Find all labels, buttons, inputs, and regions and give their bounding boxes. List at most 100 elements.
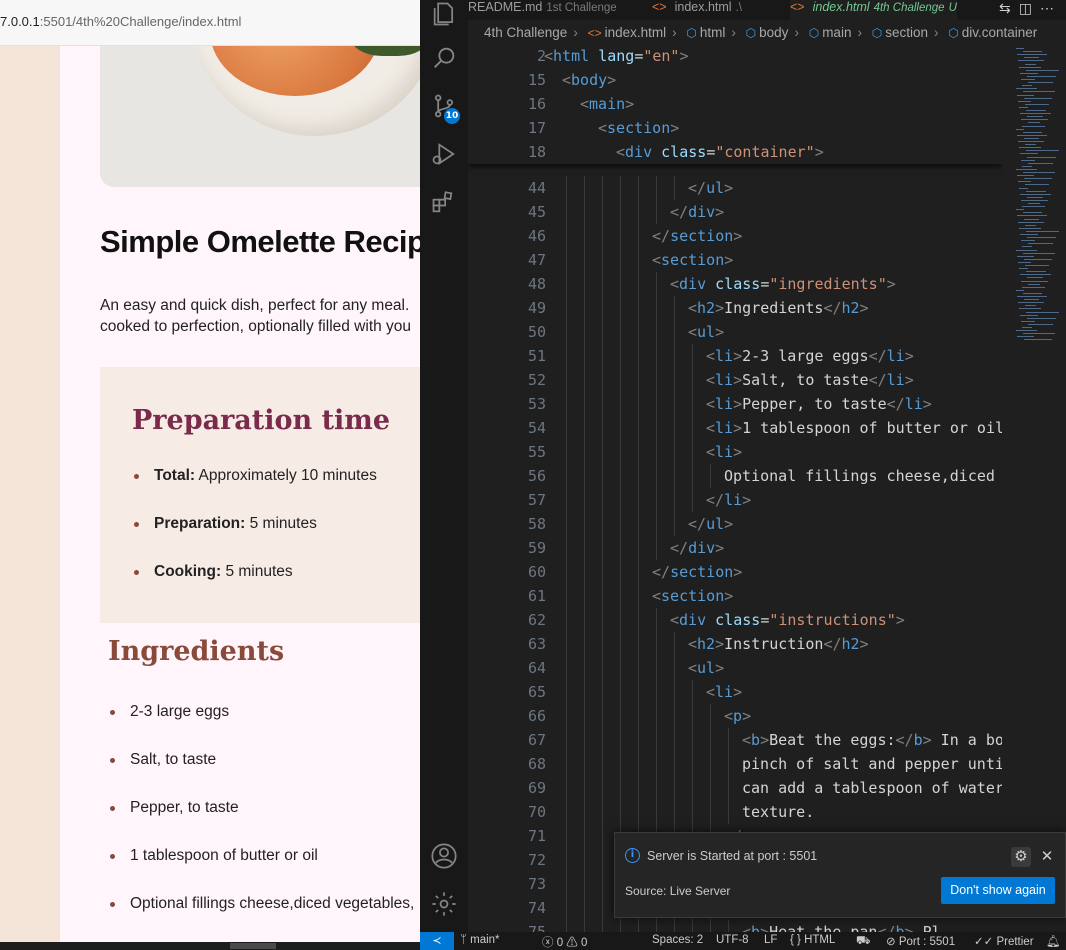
minimap-line (1016, 209, 1024, 211)
indent-guide (674, 392, 675, 416)
minimap-line (1023, 252, 1055, 254)
minimap-line (1016, 48, 1024, 49)
indent-guide (602, 752, 603, 776)
minimap-line (1024, 339, 1052, 341)
indent-guide (656, 272, 657, 296)
sticky-scroll-header[interactable]: 2 <html lang="en"> 15 <body> 16 <main> 17 <sect… (468, 46, 1002, 164)
branch-indicator[interactable]: ᛘ main* (460, 934, 500, 946)
indent-guide (584, 320, 585, 344)
dont-show-again-button[interactable]: Don't show again (941, 877, 1055, 904)
breadcrumb-item[interactable]: html (700, 25, 726, 40)
list-item: Optional fillings cheese,diced vegetable… (108, 895, 414, 942)
breadcrumb-item[interactable]: index.html (605, 25, 667, 40)
indent-guide (620, 680, 621, 704)
indent-guide (584, 536, 585, 560)
breadcrumb-item[interactable]: body (759, 25, 788, 40)
code-line: </ul> (688, 515, 734, 533)
indent-guide (656, 680, 657, 704)
indent-guide (602, 344, 603, 368)
search-icon[interactable] (430, 44, 458, 72)
indent-guide (602, 824, 603, 848)
tab-actions[interactable]: ⇆◫⋯ (999, 0, 1062, 17)
code-line: </div> (670, 203, 725, 221)
indent-guide (674, 176, 675, 200)
minimap-line (1021, 159, 1035, 161)
more-icon[interactable]: ⋯ (1040, 0, 1062, 16)
tab-index-root[interactable]: <> index.html .\ (652, 0, 742, 20)
prettier-indicator[interactable]: ✓✓ Prettier (974, 934, 1034, 948)
indent-guide (584, 464, 585, 488)
indent-guide (602, 920, 603, 932)
code-line: </section> (652, 563, 743, 581)
compare-icon[interactable]: ⇆ (999, 0, 1019, 16)
live-server-notification: i Server is Started at port : 5501 ⚙ ✕ S… (614, 832, 1066, 918)
indent-guide (584, 368, 585, 392)
indent-guide (728, 776, 729, 800)
code-line: <li>2-3 large eggs</li> (706, 347, 914, 365)
indent-guide (620, 584, 621, 608)
breadcrumb-item[interactable]: div.container (962, 25, 1038, 40)
notification-gear-icon[interactable]: ⚙ (1011, 847, 1031, 867)
split-editor-icon[interactable]: ◫ (1019, 0, 1040, 16)
line-number: 48 (527, 275, 546, 293)
extensions-icon[interactable] (430, 188, 458, 216)
url-host: 7.0.0.1 (0, 14, 40, 29)
language-indicator[interactable]: { } HTML (790, 934, 835, 946)
indentation-indicator[interactable]: Spaces: 2 (652, 934, 703, 946)
indent-guide (584, 752, 585, 776)
breadcrumb-item[interactable]: section (885, 25, 928, 40)
indent-guide (620, 656, 621, 680)
minimap-line (1024, 258, 1052, 260)
indent-guide (638, 752, 639, 776)
line-number: 47 (527, 251, 546, 269)
breadcrumb-item[interactable]: main (822, 25, 851, 40)
indent-guide (584, 176, 585, 200)
minimap[interactable] (1002, 46, 1066, 932)
minimap-line (1028, 243, 1053, 245)
list-item: Total: Approximately 10 minutes (132, 467, 377, 515)
breadcrumb-item[interactable]: 4th Challenge (484, 25, 567, 40)
minimap-line (1021, 79, 1035, 80)
problems-indicator[interactable]: ⓧ 0 ⚠ 0 (542, 934, 587, 950)
settings-gear-icon[interactable] (430, 890, 458, 918)
notifications-bell-icon[interactable]: 🔔︎ (1046, 934, 1061, 948)
copilot-icon[interactable]: ⛟ (856, 934, 870, 949)
tab-index-4th-challenge[interactable]: <> index.html 4th Challenge U (790, 0, 957, 20)
minimap-line (1019, 66, 1041, 68)
close-icon[interactable]: ✕ (1038, 847, 1056, 867)
indent-guide (602, 224, 603, 248)
horizontal-scrollbar[interactable] (0, 942, 420, 950)
encoding-indicator[interactable]: UTF-8 (716, 934, 749, 946)
tab-readme[interactable]: README.md 1st Challenge (468, 0, 617, 20)
indent-guide (566, 680, 567, 704)
minimap-line (1020, 314, 1038, 316)
indent-guide (602, 704, 603, 728)
minimap-line (1028, 122, 1040, 124)
address-bar[interactable]: 7.0.0.1:5501/4th%20Challenge/index.html (0, 0, 420, 46)
indent-guide (710, 776, 711, 800)
line-number: 54 (527, 419, 546, 437)
indent-guide (692, 440, 693, 464)
live-server-port[interactable]: ⊘ Port : 5501 (886, 934, 955, 948)
indent-guide (584, 896, 585, 920)
code-editor[interactable]: 2 <html lang="en"> 15 <body> 16 <main> 17 <sect… (468, 46, 1002, 932)
indent-guide (566, 416, 567, 440)
indent-guide (566, 728, 567, 752)
indent-guide (674, 440, 675, 464)
minimap-line (1019, 106, 1028, 108)
code-line: <li>Salt, to taste</li> (706, 371, 914, 389)
eol-indicator[interactable]: LF (764, 934, 777, 946)
minimap-line (1017, 296, 1047, 297)
remote-indicator-icon[interactable]: ≺ (420, 932, 454, 950)
indent-guide (638, 584, 639, 608)
minimap-line (1021, 119, 1048, 121)
code-line: <ul> (688, 323, 725, 341)
run-debug-icon[interactable] (430, 140, 458, 168)
account-icon[interactable] (430, 842, 458, 870)
indent-guide (584, 512, 585, 536)
explorer-icon[interactable] (430, 0, 458, 28)
minimap-line (1018, 60, 1044, 62)
indent-guide (566, 464, 567, 488)
minimap-line (1022, 327, 1032, 328)
indent-guide (602, 584, 603, 608)
